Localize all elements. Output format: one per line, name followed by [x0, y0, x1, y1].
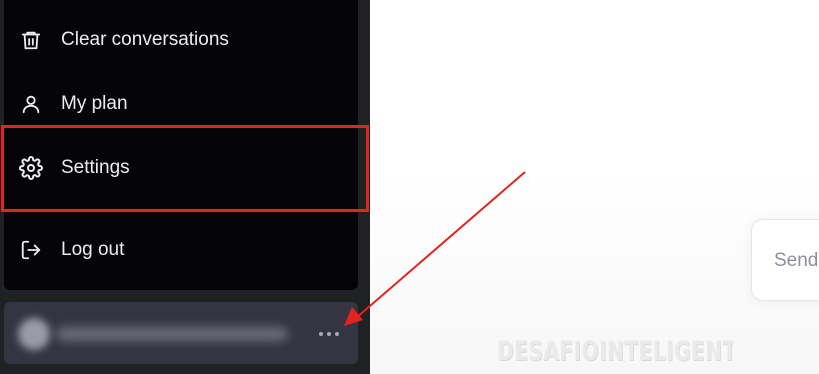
settings-highlight-box — [1, 125, 369, 212]
menu-item-label: Log out — [61, 239, 125, 260]
trash-icon — [18, 27, 44, 53]
menu-item-clear-conversations[interactable]: Clear conversations — [4, 22, 358, 58]
watermark: DESAFIOINTELIGENTE.COM — [497, 336, 733, 367]
main-content — [370, 0, 819, 374]
user-icon — [18, 91, 44, 117]
avatar — [18, 318, 50, 350]
logout-icon — [18, 237, 44, 263]
ellipsis-icon[interactable] — [314, 322, 344, 346]
user-account-button[interactable] — [4, 302, 358, 364]
message-input-placeholder: Send — [774, 250, 819, 271]
menu-item-log-out[interactable]: Log out — [4, 232, 358, 268]
username-redacted — [56, 327, 288, 341]
message-input[interactable]: Send — [751, 219, 819, 301]
menu-item-label: My plan — [61, 93, 128, 114]
menu-item-label: Clear conversations — [61, 29, 229, 50]
menu-item-my-plan[interactable]: My plan — [4, 86, 358, 122]
